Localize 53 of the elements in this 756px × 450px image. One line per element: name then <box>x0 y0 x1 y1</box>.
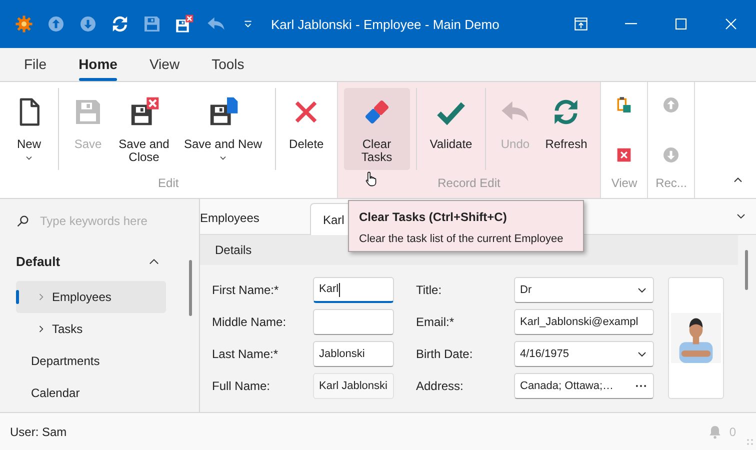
ribbon-tab[interactable]: File <box>12 48 59 81</box>
tooltip-text: Clear the task list of the current Employee <box>359 232 564 247</box>
minimize-icon <box>625 23 637 25</box>
field-label: Last Name:* <box>212 346 280 363</box>
nav-item[interactable]: Departments <box>16 345 166 377</box>
field-label: Birth Date: <box>416 346 474 363</box>
ribbon-button[interactable]: Clear Tasks <box>344 88 410 170</box>
scrollbar[interactable] <box>745 250 748 290</box>
section-header: Details <box>215 242 252 259</box>
ribbon-button[interactable]: Refresh <box>538 88 594 170</box>
dropdown-field[interactable]: 4/16/1975 <box>514 341 654 367</box>
field-label: Middle Name: <box>212 314 288 331</box>
tooltip-title: Clear Tasks (Ctrl+Shift+C) <box>359 209 508 226</box>
nav-item[interactable]: Calendar <box>16 377 166 409</box>
group-label: Edit <box>158 175 179 192</box>
user-label: User: Sam <box>10 424 67 440</box>
ribbon-tab[interactable]: View <box>137 48 192 81</box>
group-label: View <box>611 175 638 192</box>
text-field[interactable] <box>313 309 394 335</box>
ribbon-tab[interactable]: Home <box>66 48 130 81</box>
search-field[interactable]: Type keywords here <box>40 212 180 230</box>
dropdown-field[interactable]: Dr <box>514 277 654 303</box>
nav-group-header[interactable]: Default <box>16 252 60 272</box>
group-label: Record Edit <box>438 175 500 192</box>
window-title: Karl Jablonski - Employee - Main Demo <box>271 16 500 34</box>
ribbon-button[interactable]: Delete <box>275 88 331 170</box>
document-tab[interactable]: Employees <box>200 202 310 234</box>
group-label: Rec... <box>656 175 687 192</box>
gear-icon <box>14 14 34 34</box>
floppy-close-icon <box>174 14 194 34</box>
nav-item[interactable]: Tasks <box>16 313 166 345</box>
readonly-field: Karl Jablonski <box>313 373 394 399</box>
field-label: Full Name: <box>212 378 272 395</box>
nav-item[interactable]: Employees <box>16 281 166 313</box>
field-label: First Name:* <box>212 282 280 299</box>
text-field[interactable]: Jablonski <box>313 341 394 367</box>
bell-icon[interactable] <box>707 424 724 440</box>
field-label: Title: <box>416 282 443 299</box>
field-label: Address: <box>416 378 464 395</box>
resize-grip-icon[interactable] <box>746 438 754 446</box>
ribbon-tab[interactable]: Tools <box>200 48 256 81</box>
text-field[interactable]: Karl <box>313 277 394 303</box>
ribbon-button[interactable]: Save and Close <box>111 88 177 170</box>
search-icon <box>16 214 30 228</box>
field-label: Email:* <box>416 314 456 331</box>
text-field[interactable]: Karl_Jablonski@exampl <box>514 309 654 335</box>
refresh-icon <box>110 14 130 34</box>
address-field[interactable]: Canada; Ottawa;… <box>514 373 654 399</box>
ribbon-button[interactable]: Validate <box>416 88 480 170</box>
ribbon-button[interactable]: Save and New <box>177 88 270 170</box>
notification-count: 0 <box>729 424 736 440</box>
scrollbar[interactable] <box>189 260 192 316</box>
ribbon-button[interactable]: New <box>6 88 52 170</box>
